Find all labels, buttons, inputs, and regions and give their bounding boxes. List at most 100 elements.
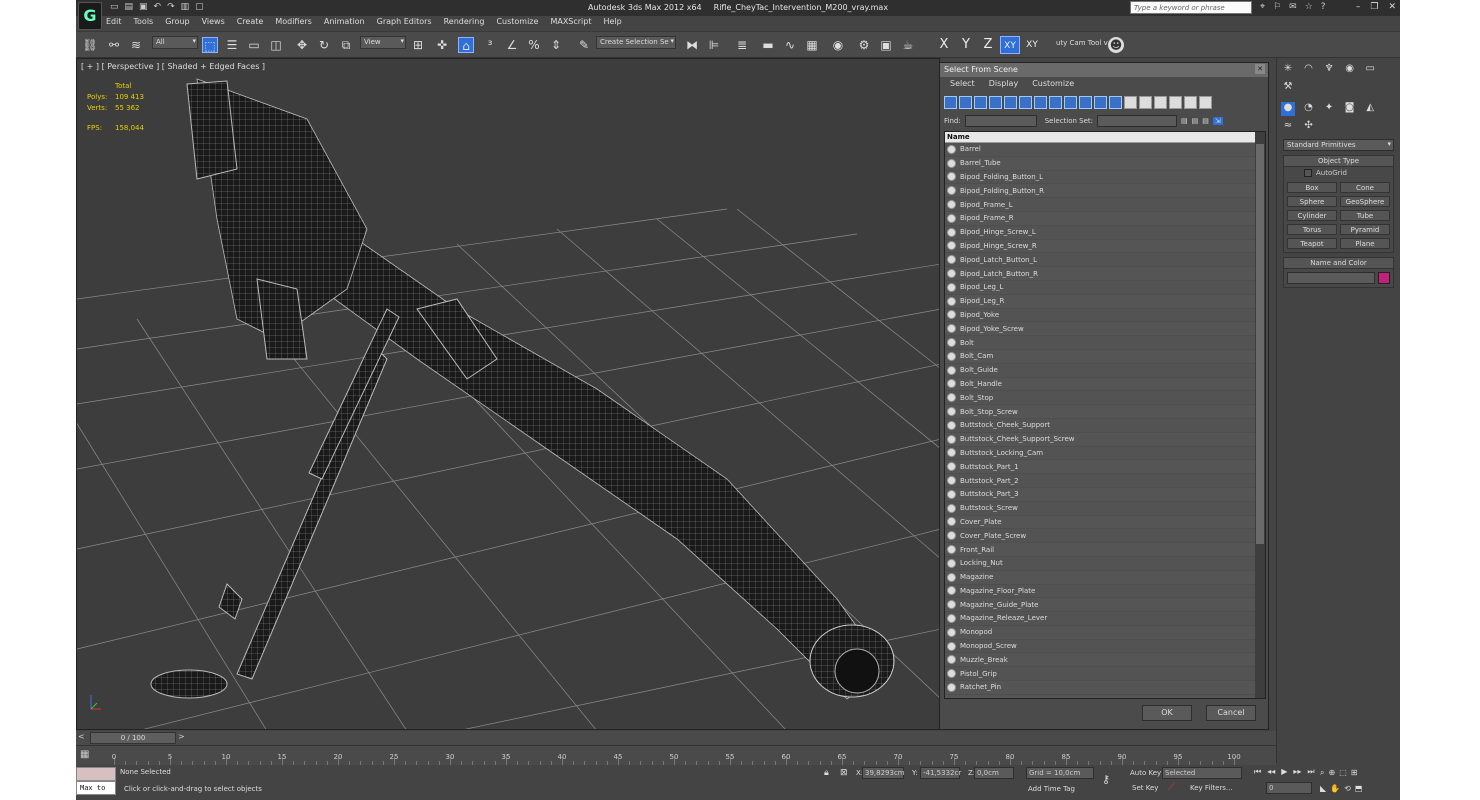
list-item[interactable]: Bipod_Latch_Button_R [945,267,1255,281]
list-item[interactable]: Bipod_Leg_L [945,280,1255,295]
zoom-extents-icon[interactable]: ⬚ [1339,768,1347,778]
list-item[interactable]: Magazine_Releaze_Lever [945,612,1255,626]
app-logo-icon[interactable]: G [78,2,102,30]
list-item[interactable]: Bipod_Frame_L [945,198,1255,212]
list-item[interactable]: Bolt_Stop [945,391,1255,406]
axis-x-button[interactable]: X [934,36,954,54]
ref-coord-dropdown[interactable]: View [360,36,406,49]
scale-icon[interactable]: ⧉ [338,37,354,53]
utilities-tab-icon[interactable]: ⚒ [1281,81,1295,95]
set-key-icon[interactable]: ⟋ [1168,782,1175,793]
list-item[interactable]: Magazine [945,571,1255,585]
maxscript-output[interactable] [76,767,116,781]
absolute-mode-icon[interactable]: ⊠ [840,768,848,778]
maximize-viewport-icon[interactable]: ⬒ [1355,784,1363,793]
rendered-frame-icon[interactable]: ▣ [878,37,894,53]
render-setup-icon[interactable]: ⚙ [856,37,872,53]
named-selection-dropdown[interactable]: Create Selection Se [596,36,676,49]
menu-maxscript[interactable]: MAXScript [550,17,591,31]
lock-selection-icon[interactable]: 🔒︎ [824,768,829,778]
go-to-end-icon[interactable]: ⏭ [1307,767,1314,777]
list-item[interactable]: Magazine_Floor_Plate [945,584,1255,599]
list-item[interactable]: Bolt_Handle [945,378,1255,392]
axis-xy-button[interactable]: XY [1000,36,1020,54]
list-item[interactable]: Front_Rail [945,543,1255,557]
orbit-icon[interactable]: ⟲ [1344,784,1351,793]
list-item[interactable]: Pistol_Grip [945,667,1255,682]
display-frozen-icon[interactable] [1094,96,1107,109]
rotate-icon[interactable]: ↻ [316,37,332,53]
list-item[interactable]: Cover_Plate [945,516,1255,530]
close-icon[interactable]: ✕ [1388,2,1396,12]
display-groups-icon[interactable] [1034,96,1047,109]
teapot-button[interactable]: Teapot [1287,238,1337,249]
display-lights-icon[interactable] [974,96,987,109]
track-bar[interactable]: ▦ 0 5 10 15 20 25 30 35 40 45 50 55 60 65 70 75 80 85 90 95… [76,745,1276,765]
primitive-type-dropdown[interactable]: Standard Primitives ▾ [1283,139,1394,151]
menu-create[interactable]: Create [237,17,264,31]
column-header-name[interactable]: Name [945,132,1265,143]
list-item[interactable]: Bipod_Latch_Button_L [945,253,1255,268]
list-item[interactable]: Magazine_Guide_Plate [945,598,1255,613]
current-frame-field[interactable]: 0 [1266,782,1312,794]
selset-remove-icon[interactable]: ▤ [1192,117,1199,125]
next-frame-icon[interactable]: ▸▸ [1293,767,1301,777]
list-scrollbar[interactable] [1255,132,1265,698]
list-item[interactable]: Bipod_Hinge_Screw_R [945,240,1255,254]
list-item[interactable]: Bipod_Leg_R [945,295,1255,309]
y-coordinate-field[interactable]: -41,5332cr [920,767,961,779]
slider-prev-icon[interactable]: < [78,732,85,741]
ok-button[interactable]: OK [1142,705,1192,721]
menu-graph-editors[interactable]: Graph Editors [377,17,432,31]
fov-icon[interactable]: ◣ [1320,784,1326,793]
cameras-category-icon[interactable]: ◙ [1343,102,1357,116]
snaps-toggle-icon[interactable]: ³ [482,37,498,53]
filter-options-icon[interactable] [1199,96,1212,109]
selection-set-dropdown[interactable] [1097,115,1178,127]
display-all-icon[interactable] [1124,96,1137,109]
zoom-extents-all-icon[interactable]: ⊞ [1351,768,1358,778]
restore-icon[interactable]: ❐ [1370,2,1378,12]
axis-xy-cycle-button[interactable]: XY [1022,36,1042,54]
name-color-header[interactable]: Name and Color [1284,258,1393,269]
menu-modifiers[interactable]: Modifiers [275,17,312,31]
dialog-menu-select[interactable]: Select [950,79,975,89]
render-production-icon[interactable]: ☕ [900,37,916,53]
display-containers-icon[interactable] [1079,96,1092,109]
cone-button[interactable]: Cone [1340,182,1390,193]
unlink-icon[interactable]: ⚯ [106,37,122,53]
plane-button[interactable]: Plane [1340,238,1390,249]
x-coordinate-field[interactable]: 39,8293cm [862,767,905,779]
list-item[interactable]: Muzzle_Break [945,653,1255,668]
modify-tab-icon[interactable]: ◠ [1302,63,1316,77]
display-geometry-icon[interactable] [944,96,957,109]
list-item[interactable]: Bipod_Yoke [945,308,1255,323]
geosphere-button[interactable]: GeoSphere [1340,196,1390,207]
angle-snap-icon[interactable]: ∠ [504,37,520,53]
sync-selection-icon[interactable] [1169,96,1182,109]
axis-z-button[interactable]: Z [978,36,998,54]
dialog-menu-display[interactable]: Display [989,79,1019,89]
list-item[interactable]: Cover_Plate_Screw [945,529,1255,544]
list-item[interactable]: Locking_Nut [945,556,1255,571]
spinner-snap-icon[interactable]: ⇕ [548,37,564,53]
maxscript-listener[interactable]: Max to [76,767,116,797]
menu-views[interactable]: Views [202,17,225,31]
object-type-header[interactable]: Object Type [1284,156,1393,167]
skull-icon[interactable]: ☻ [1108,37,1124,53]
pan-icon[interactable]: ✋ [1330,784,1340,793]
time-slider[interactable]: < 0 / 100 > [76,731,1276,745]
list-item[interactable]: Buttstock_Cheek_Support [945,418,1255,433]
cam-tool-label[interactable]: uty Cam Tool v [1056,39,1108,47]
display-shapes-icon[interactable] [959,96,972,109]
auto-key-button[interactable]: Auto Key [1130,769,1161,777]
torus-button[interactable]: Torus [1287,224,1337,235]
box-button[interactable]: Box [1287,182,1337,193]
display-none-icon[interactable] [1139,96,1152,109]
percent-snap-icon[interactable]: % [526,37,542,53]
key-filters-button[interactable]: Key Filters... [1190,784,1233,792]
previous-frame-icon[interactable]: ◂◂ [1267,767,1275,777]
mirror-icon[interactable]: ⧓ [684,37,700,53]
cylinder-button[interactable]: Cylinder [1287,210,1337,221]
list-item[interactable]: Buttstock_Part_1 [945,460,1255,475]
